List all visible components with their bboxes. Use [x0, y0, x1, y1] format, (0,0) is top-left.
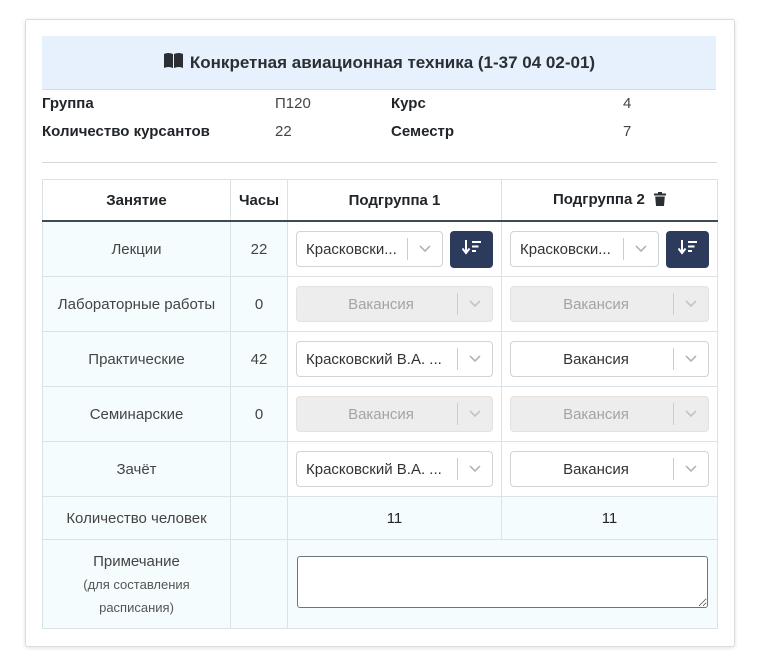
teacher-select: Вакансия: [510, 286, 709, 322]
teacher-select[interactable]: Вакансия: [510, 341, 709, 377]
chevron-down-icon: [458, 300, 492, 308]
course-header: Конкретная авиационная техника (1-37 04 …: [42, 36, 716, 90]
lesson-name: Практические: [42, 331, 231, 387]
teacher-select-value: Вакансия: [563, 350, 629, 368]
header-subgroup-2: Подгруппа 2: [501, 179, 718, 222]
teacher-select: Вакансия: [296, 396, 493, 432]
subgroup-1-cell: Вакансия: [287, 276, 502, 332]
teacher-select: Вакансия: [510, 396, 709, 432]
lesson-hours: 22: [230, 220, 288, 277]
subgroup-1-cell: Вакансия: [287, 386, 502, 442]
lesson-hours: 0: [230, 386, 288, 442]
chevron-down-icon: [674, 410, 708, 418]
sort-icon: [461, 239, 482, 259]
lesson-hours: 0: [230, 276, 288, 332]
note-label: Примечание: [93, 552, 180, 570]
sort-button[interactable]: [450, 230, 493, 268]
group-value: П120: [275, 95, 311, 112]
table-row: Лекции 22 Красковски... Красковски...: [42, 220, 718, 277]
note-sublabel: (для составления расписания): [83, 576, 190, 615]
teacher-select-value: Красковски...: [520, 240, 611, 258]
chevron-down-icon[interactable]: [674, 465, 708, 473]
subgroup-2-cell: Вакансия: [501, 441, 718, 497]
trash-icon[interactable]: [653, 191, 666, 210]
header-subgroup-1: Подгруппа 1: [287, 179, 502, 222]
subgroup-2-cell: Вакансия: [501, 331, 718, 387]
count-subgroup-2: 11: [501, 496, 718, 540]
assignment-table: Занятие Часы Подгруппа 1 Подгруппа 2 Лек…: [42, 179, 718, 629]
table-row: Зачёт Красковский В.А. ... Вакансия: [42, 441, 718, 497]
note-label-cell: Примечание (для составления расписания): [42, 539, 231, 629]
sort-button[interactable]: [666, 230, 709, 268]
chevron-down-icon[interactable]: [458, 465, 492, 473]
course-title: Конкретная авиационная техника (1-37 04 …: [189, 52, 596, 72]
teacher-select-value: Красковский В.А. ...: [306, 460, 442, 478]
teacher-select-value: Красковски...: [306, 240, 397, 258]
course-card: Конкретная авиационная техника (1-37 04 …: [25, 19, 735, 647]
course-value: 4: [623, 95, 632, 112]
lesson-name: Лабораторные работы: [42, 276, 231, 332]
info-divider: [42, 162, 717, 163]
chevron-down-icon[interactable]: [674, 355, 708, 363]
lesson-hours: 42: [230, 331, 288, 387]
chevron-down-icon[interactable]: [624, 245, 658, 253]
note-row: Примечание (для составления расписания): [42, 539, 718, 629]
count-row: Количество человек 11 11: [42, 496, 718, 540]
teacher-select[interactable]: Красковский В.А. ...: [296, 341, 493, 377]
teacher-select-value: Вакансия: [563, 405, 629, 423]
lesson-name: Семинарские: [42, 386, 231, 442]
header-subgroup-2-label: Подгруппа 2: [553, 190, 645, 208]
teacher-select-value: Вакансия: [563, 460, 629, 478]
table-row: Лабораторные работы 0 Вакансия Вакансия: [42, 276, 718, 332]
students-label: Количество курсантов: [42, 123, 210, 140]
note-hours-empty: [230, 539, 288, 629]
header-lesson: Занятие: [42, 179, 231, 222]
teacher-select-value: Вакансия: [348, 405, 414, 423]
header-hours: Часы: [230, 179, 288, 222]
subgroup-2-cell: Красковски...: [501, 220, 718, 277]
book-icon: [163, 52, 184, 74]
subgroup-1-cell: Красковский В.А. ...: [287, 331, 502, 387]
teacher-select: Вакансия: [296, 286, 493, 322]
semester-value: 7: [623, 123, 632, 140]
teacher-select-value: Вакансия: [348, 295, 414, 313]
chevron-down-icon: [674, 300, 708, 308]
count-label: Количество человек: [42, 496, 231, 540]
group-label: Группа: [42, 95, 94, 112]
teacher-select-value: Вакансия: [563, 295, 629, 313]
teacher-select[interactable]: Красковски...: [510, 231, 659, 267]
course-label: Курс: [391, 95, 426, 112]
lesson-name: Зачёт: [42, 441, 231, 497]
students-value: 22: [275, 123, 292, 140]
table-row: Семинарские 0 Вакансия Вакансия: [42, 386, 718, 442]
note-textarea[interactable]: [297, 556, 708, 608]
subgroup-2-cell: Вакансия: [501, 386, 718, 442]
teacher-select-value: Красковский В.А. ...: [306, 350, 442, 368]
note-input-cell: [287, 539, 718, 629]
subgroup-1-cell: Красковский В.А. ...: [287, 441, 502, 497]
table-row: Практические 42 Красковский В.А. ... Вак…: [42, 331, 718, 387]
lesson-hours: [230, 441, 288, 497]
subgroup-1-cell: Красковски...: [287, 220, 502, 277]
chevron-down-icon[interactable]: [408, 245, 442, 253]
chevron-down-icon[interactable]: [458, 355, 492, 363]
teacher-select[interactable]: Красковски...: [296, 231, 443, 267]
sort-icon: [677, 239, 698, 259]
chevron-down-icon: [458, 410, 492, 418]
teacher-select[interactable]: Вакансия: [510, 451, 709, 487]
count-hours-empty: [230, 496, 288, 540]
lesson-name: Лекции: [42, 220, 231, 277]
subgroup-2-cell: Вакансия: [501, 276, 718, 332]
semester-label: Семестр: [391, 123, 455, 140]
count-subgroup-1: 11: [287, 496, 502, 540]
teacher-select[interactable]: Красковский В.А. ...: [296, 451, 493, 487]
